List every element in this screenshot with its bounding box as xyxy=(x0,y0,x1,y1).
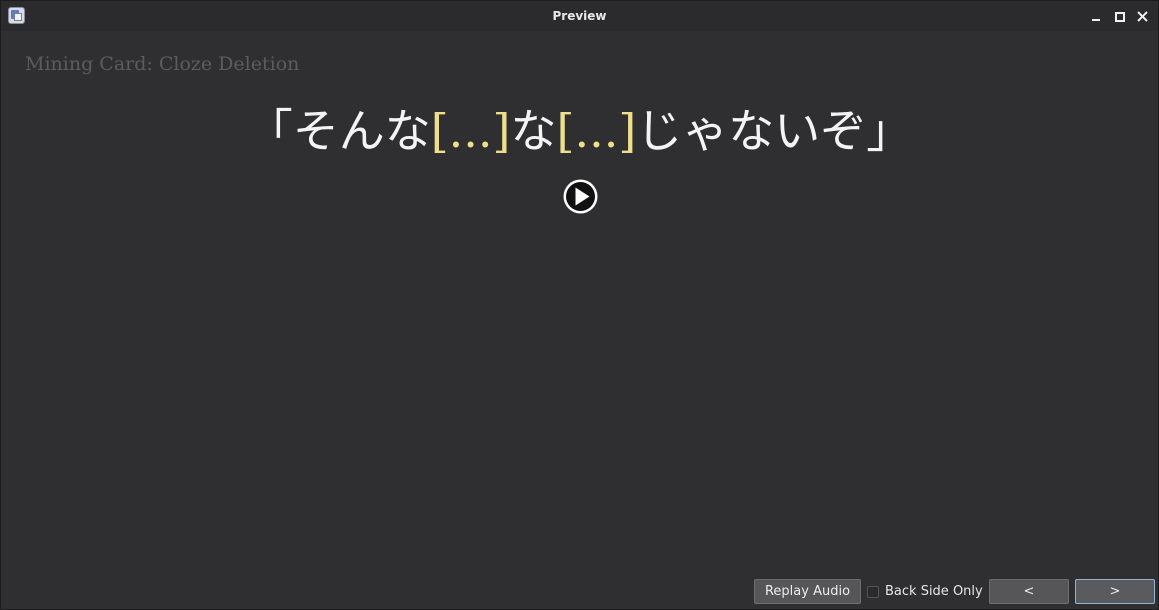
next-card-button[interactable]: > xyxy=(1075,579,1155,604)
cloze-deletion-2: [...] xyxy=(556,104,637,158)
card-content: Mining Card: Cloze Deletion 「そんな[...]な[.… xyxy=(1,31,1158,576)
sentence-close: じゃないぞ」 xyxy=(636,104,913,158)
bottom-toolbar: Replay Audio Back Side Only < > xyxy=(1,576,1158,609)
window-controls xyxy=(1089,7,1150,25)
sentence-open: 「そんな xyxy=(246,104,431,158)
close-icon[interactable] xyxy=(1135,7,1150,25)
back-side-only-label: Back Side Only xyxy=(885,584,983,599)
sentence-middle: な xyxy=(510,104,557,158)
cloze-deletion-1: [...] xyxy=(430,104,511,158)
title-bar[interactable]: Preview xyxy=(1,1,1158,31)
play-icon[interactable] xyxy=(562,178,599,215)
maximize-icon[interactable] xyxy=(1112,7,1127,25)
note-type-label: Mining Card: Cloze Deletion xyxy=(25,53,300,75)
window-title: Preview xyxy=(552,9,607,23)
back-side-only-toggle[interactable]: Back Side Only xyxy=(867,579,983,604)
minimize-icon[interactable] xyxy=(1089,7,1104,25)
preview-window: Preview Mining Card: Cloze Deletion 「そんな… xyxy=(0,0,1159,610)
back-side-only-checkbox[interactable] xyxy=(867,585,879,598)
replay-audio-button[interactable]: Replay Audio xyxy=(754,579,861,604)
cloze-sentence: 「そんな[...]な[...]じゃないぞ」 xyxy=(1,99,1158,163)
previous-card-button[interactable]: < xyxy=(989,579,1069,604)
